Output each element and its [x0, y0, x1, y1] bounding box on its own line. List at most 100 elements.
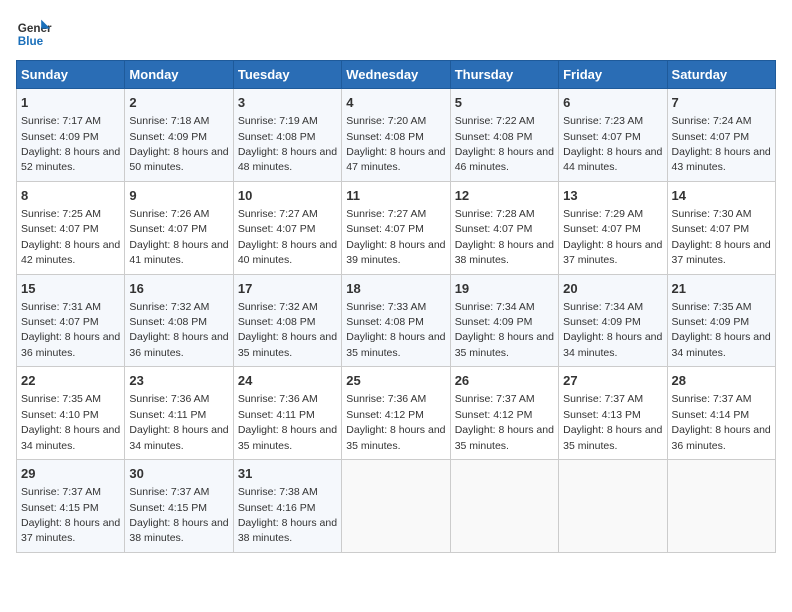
- day-number: 29: [21, 465, 120, 483]
- day-number: 7: [672, 94, 771, 112]
- day-number: 18: [346, 280, 445, 298]
- sunrise-info: Sunrise: 7:38 AM: [238, 486, 318, 498]
- sunset-info: Sunset: 4:09 PM: [672, 316, 750, 328]
- daylight-info: Daylight: 8 hours and 37 minutes.: [21, 517, 120, 544]
- sunrise-info: Sunrise: 7:32 AM: [238, 301, 318, 313]
- day-number: 31: [238, 465, 337, 483]
- sunset-info: Sunset: 4:15 PM: [129, 502, 207, 514]
- calendar-header: SundayMondayTuesdayWednesdayThursdayFrid…: [17, 61, 776, 89]
- sunrise-info: Sunrise: 7:19 AM: [238, 115, 318, 127]
- daylight-info: Daylight: 8 hours and 40 minutes.: [238, 239, 337, 266]
- day-number: 11: [346, 187, 445, 205]
- sunrise-info: Sunrise: 7:37 AM: [672, 393, 752, 405]
- calendar-cell: 22 Sunrise: 7:35 AM Sunset: 4:10 PM Dayl…: [17, 367, 125, 460]
- calendar-cell: 7 Sunrise: 7:24 AM Sunset: 4:07 PM Dayli…: [667, 89, 775, 182]
- calendar-cell: 13 Sunrise: 7:29 AM Sunset: 4:07 PM Dayl…: [559, 181, 667, 274]
- sunrise-info: Sunrise: 7:18 AM: [129, 115, 209, 127]
- calendar-cell: 18 Sunrise: 7:33 AM Sunset: 4:08 PM Dayl…: [342, 274, 450, 367]
- calendar-week-row: 15 Sunrise: 7:31 AM Sunset: 4:07 PM Dayl…: [17, 274, 776, 367]
- sunset-info: Sunset: 4:09 PM: [455, 316, 533, 328]
- sunset-info: Sunset: 4:08 PM: [238, 316, 316, 328]
- calendar-cell: 5 Sunrise: 7:22 AM Sunset: 4:08 PM Dayli…: [450, 89, 558, 182]
- sunrise-info: Sunrise: 7:30 AM: [672, 208, 752, 220]
- sunset-info: Sunset: 4:11 PM: [129, 409, 206, 421]
- sunrise-info: Sunrise: 7:36 AM: [238, 393, 318, 405]
- calendar-cell: 12 Sunrise: 7:28 AM Sunset: 4:07 PM Dayl…: [450, 181, 558, 274]
- daylight-info: Daylight: 8 hours and 35 minutes.: [238, 331, 337, 358]
- sunrise-info: Sunrise: 7:37 AM: [563, 393, 643, 405]
- calendar-cell: 2 Sunrise: 7:18 AM Sunset: 4:09 PM Dayli…: [125, 89, 233, 182]
- daylight-info: Daylight: 8 hours and 44 minutes.: [563, 146, 662, 173]
- calendar-cell: 27 Sunrise: 7:37 AM Sunset: 4:13 PM Dayl…: [559, 367, 667, 460]
- daylight-info: Daylight: 8 hours and 34 minutes.: [672, 331, 771, 358]
- daylight-info: Daylight: 8 hours and 38 minutes.: [455, 239, 554, 266]
- sunset-info: Sunset: 4:13 PM: [563, 409, 641, 421]
- weekday-header: Saturday: [667, 61, 775, 89]
- sunrise-info: Sunrise: 7:34 AM: [455, 301, 535, 313]
- sunset-info: Sunset: 4:10 PM: [21, 409, 99, 421]
- header-row: SundayMondayTuesdayWednesdayThursdayFrid…: [17, 61, 776, 89]
- calendar-cell: 8 Sunrise: 7:25 AM Sunset: 4:07 PM Dayli…: [17, 181, 125, 274]
- sunset-info: Sunset: 4:07 PM: [21, 316, 99, 328]
- day-number: 21: [672, 280, 771, 298]
- calendar-cell: [559, 460, 667, 553]
- sunrise-info: Sunrise: 7:31 AM: [21, 301, 101, 313]
- day-number: 12: [455, 187, 554, 205]
- calendar-week-row: 22 Sunrise: 7:35 AM Sunset: 4:10 PM Dayl…: [17, 367, 776, 460]
- sunrise-info: Sunrise: 7:37 AM: [129, 486, 209, 498]
- day-number: 17: [238, 280, 337, 298]
- weekday-header: Sunday: [17, 61, 125, 89]
- daylight-info: Daylight: 8 hours and 35 minutes.: [563, 424, 662, 451]
- daylight-info: Daylight: 8 hours and 41 minutes.: [129, 239, 228, 266]
- sunset-info: Sunset: 4:12 PM: [455, 409, 533, 421]
- day-number: 28: [672, 372, 771, 390]
- sunrise-info: Sunrise: 7:27 AM: [238, 208, 318, 220]
- day-number: 27: [563, 372, 662, 390]
- logo: General Blue: [16, 16, 52, 52]
- calendar-cell: 11 Sunrise: 7:27 AM Sunset: 4:07 PM Dayl…: [342, 181, 450, 274]
- sunrise-info: Sunrise: 7:36 AM: [129, 393, 209, 405]
- sunrise-info: Sunrise: 7:17 AM: [21, 115, 101, 127]
- daylight-info: Daylight: 8 hours and 34 minutes.: [129, 424, 228, 451]
- sunrise-info: Sunrise: 7:33 AM: [346, 301, 426, 313]
- day-number: 30: [129, 465, 228, 483]
- sunset-info: Sunset: 4:07 PM: [21, 223, 99, 235]
- calendar-cell: 15 Sunrise: 7:31 AM Sunset: 4:07 PM Dayl…: [17, 274, 125, 367]
- daylight-info: Daylight: 8 hours and 37 minutes.: [672, 239, 771, 266]
- calendar-cell: 19 Sunrise: 7:34 AM Sunset: 4:09 PM Dayl…: [450, 274, 558, 367]
- day-number: 6: [563, 94, 662, 112]
- daylight-info: Daylight: 8 hours and 38 minutes.: [129, 517, 228, 544]
- sunrise-info: Sunrise: 7:34 AM: [563, 301, 643, 313]
- sunset-info: Sunset: 4:11 PM: [238, 409, 315, 421]
- calendar-cell: 14 Sunrise: 7:30 AM Sunset: 4:07 PM Dayl…: [667, 181, 775, 274]
- day-number: 9: [129, 187, 228, 205]
- calendar-body: 1 Sunrise: 7:17 AM Sunset: 4:09 PM Dayli…: [17, 89, 776, 553]
- calendar-cell: [342, 460, 450, 553]
- sunset-info: Sunset: 4:16 PM: [238, 502, 316, 514]
- sunrise-info: Sunrise: 7:37 AM: [455, 393, 535, 405]
- calendar-cell: 4 Sunrise: 7:20 AM Sunset: 4:08 PM Dayli…: [342, 89, 450, 182]
- day-number: 25: [346, 372, 445, 390]
- day-number: 14: [672, 187, 771, 205]
- calendar-cell: [667, 460, 775, 553]
- sunset-info: Sunset: 4:08 PM: [238, 131, 316, 143]
- weekday-header: Friday: [559, 61, 667, 89]
- day-number: 3: [238, 94, 337, 112]
- sunrise-info: Sunrise: 7:35 AM: [21, 393, 101, 405]
- sunset-info: Sunset: 4:09 PM: [129, 131, 207, 143]
- daylight-info: Daylight: 8 hours and 34 minutes.: [563, 331, 662, 358]
- day-number: 16: [129, 280, 228, 298]
- day-number: 24: [238, 372, 337, 390]
- sunrise-info: Sunrise: 7:28 AM: [455, 208, 535, 220]
- sunrise-info: Sunrise: 7:20 AM: [346, 115, 426, 127]
- weekday-header: Monday: [125, 61, 233, 89]
- sunset-info: Sunset: 4:07 PM: [455, 223, 533, 235]
- sunset-info: Sunset: 4:07 PM: [129, 223, 207, 235]
- sunset-info: Sunset: 4:07 PM: [672, 223, 750, 235]
- day-number: 1: [21, 94, 120, 112]
- sunset-info: Sunset: 4:15 PM: [21, 502, 99, 514]
- svg-text:General: General: [18, 22, 52, 35]
- day-number: 23: [129, 372, 228, 390]
- sunset-info: Sunset: 4:12 PM: [346, 409, 424, 421]
- calendar-cell: 1 Sunrise: 7:17 AM Sunset: 4:09 PM Dayli…: [17, 89, 125, 182]
